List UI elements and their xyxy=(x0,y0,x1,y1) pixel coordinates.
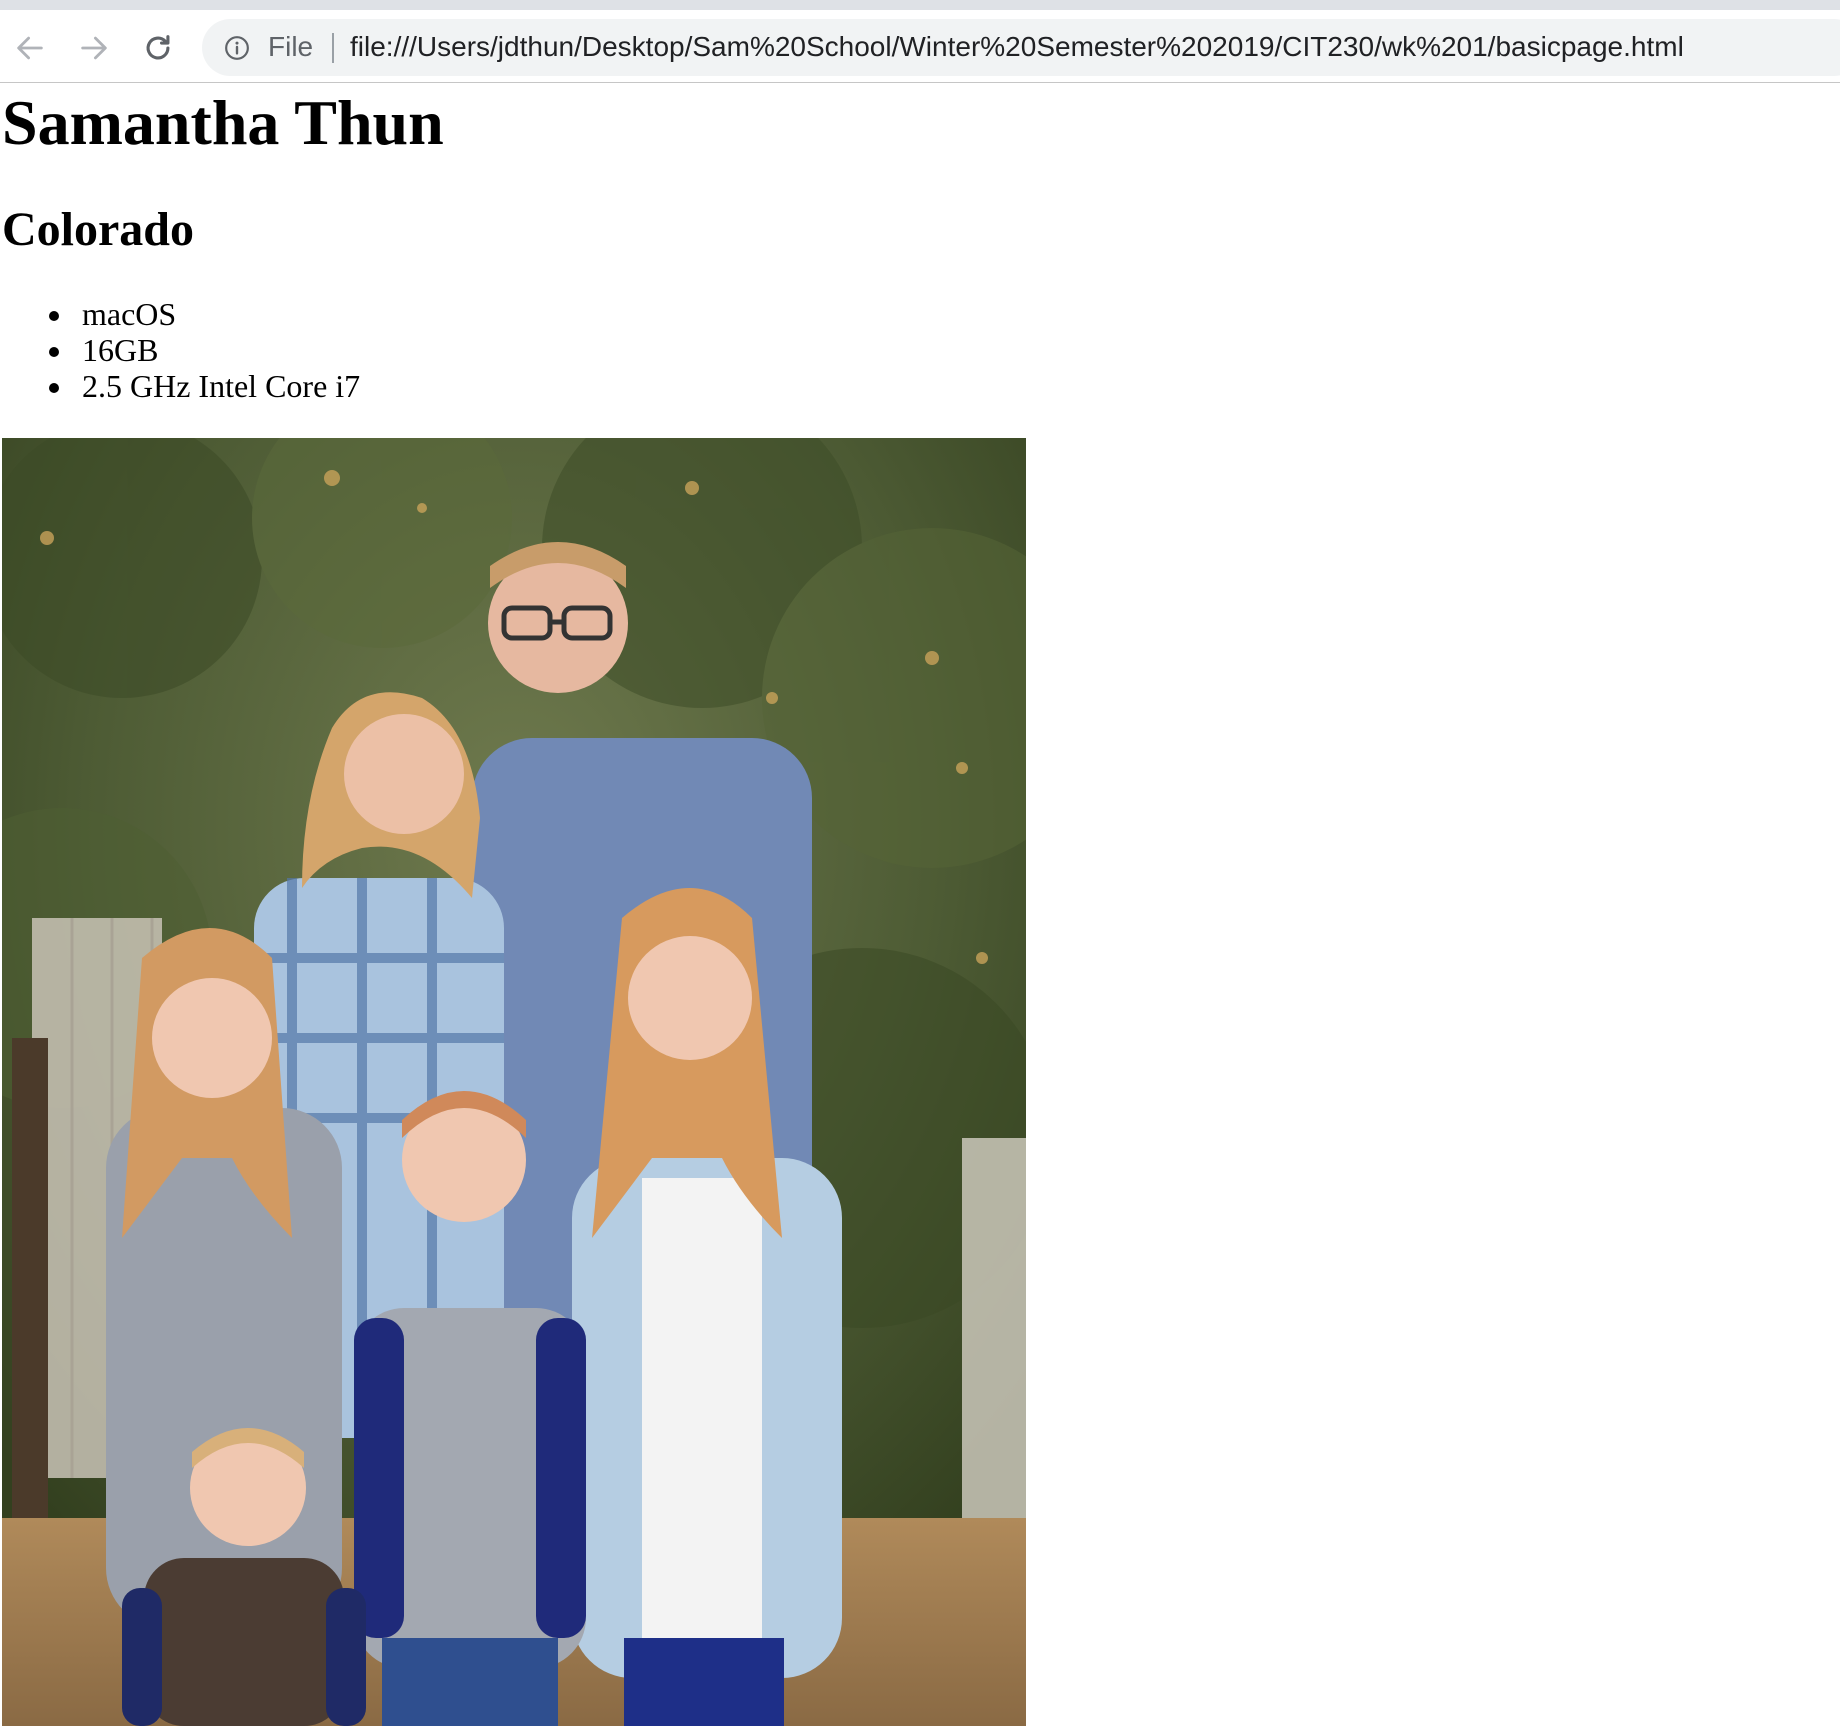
browser-tab-strip xyxy=(0,0,1840,10)
back-button[interactable] xyxy=(10,28,50,68)
forward-button[interactable] xyxy=(74,28,114,68)
reload-icon xyxy=(146,35,170,60)
url-text[interactable]: file:///Users/jdthun/Desktop/Sam%20Schoo… xyxy=(350,30,1684,64)
page-subtitle: Colorado xyxy=(2,203,194,256)
scheme-chip[interactable]: File xyxy=(268,30,313,64)
list-item: macOS xyxy=(0,296,360,332)
family-photo xyxy=(2,438,1026,1726)
chip-divider xyxy=(332,33,334,63)
address-bar[interactable]: File file:///Users/jdthun/Desktop/Sam%20… xyxy=(202,19,1840,76)
page-title: Samantha Thun xyxy=(2,87,444,158)
list-item: 16GB xyxy=(0,332,360,368)
arrow-left-icon xyxy=(17,36,43,60)
browser-toolbar: File file:///Users/jdthun/Desktop/Sam%20… xyxy=(0,10,1840,83)
page-content: Samantha Thun Colorado macOS 16GB 2.5 GH… xyxy=(0,84,1840,1726)
arrow-right-icon xyxy=(81,36,107,60)
list-item: 2.5 GHz Intel Core i7 xyxy=(0,368,360,404)
reload-button[interactable] xyxy=(138,28,178,68)
info-circle-icon[interactable] xyxy=(224,35,250,61)
spec-list: macOS 16GB 2.5 GHz Intel Core i7 xyxy=(0,296,360,404)
family-photo-illustration xyxy=(2,438,1026,1726)
